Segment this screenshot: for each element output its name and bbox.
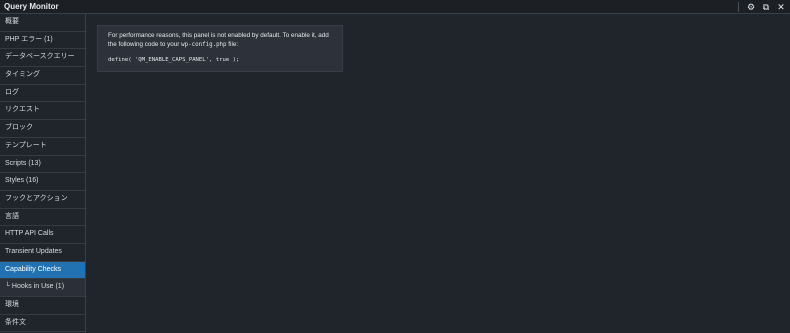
- sidebar-item-scripts[interactable]: Scripts (13): [0, 156, 85, 174]
- sidebar-item-conditionals[interactable]: 条件文: [0, 315, 85, 333]
- sidebar-item-php-errors[interactable]: PHP エラー (1): [0, 32, 85, 50]
- gear-icon[interactable]: ⚙: [746, 2, 756, 12]
- sidebar-item-hooks-actions[interactable]: フックとアクション: [0, 191, 85, 209]
- panel-content: For performance reasons, this panel is n…: [86, 14, 790, 333]
- notice-text: For performance reasons, this panel is n…: [108, 31, 332, 50]
- sidebar-item-styles[interactable]: Styles (16): [0, 173, 85, 191]
- close-icon[interactable]: ✕: [776, 2, 786, 12]
- title-bar: Query Monitor ⚙ ⧉ ✕: [0, 0, 790, 14]
- title-bar-separator: [738, 2, 739, 12]
- sidebar-item-transient-updates[interactable]: Transient Updates: [0, 244, 85, 262]
- sidebar-item-environment[interactable]: 環境: [0, 297, 85, 315]
- sidebar-item-hooks-in-use[interactable]: └ Hooks in Use (1): [0, 279, 85, 297]
- sidebar-item-logs[interactable]: ログ: [0, 85, 85, 103]
- sidebar-item-capability-checks[interactable]: Capability Checks: [0, 261, 91, 280]
- panel-sidebar: 概要 PHP エラー (1) データベースクエリー タイミング ログ リクエスト…: [0, 14, 91, 333]
- sidebar-item-blocks[interactable]: ブロック: [0, 120, 85, 138]
- sidebar-item-timing[interactable]: タイミング: [0, 67, 85, 85]
- title-bar-controls: ⚙ ⧉ ✕: [738, 0, 786, 14]
- window-title: Query Monitor: [4, 2, 59, 11]
- notice-text-after: file:: [226, 41, 239, 48]
- query-monitor-window: Query Monitor ⚙ ⧉ ✕ 概要 PHP エラー (1) データベー…: [0, 0, 790, 333]
- sidebar-item-overview[interactable]: 概要: [0, 14, 85, 32]
- notice-box: For performance reasons, this panel is n…: [97, 25, 343, 72]
- notice-filename: wp-config.php: [181, 42, 227, 48]
- sidebar-item-http-api-calls[interactable]: HTTP API Calls: [0, 226, 85, 244]
- sidebar-item-database-queries[interactable]: データベースクエリー: [0, 49, 85, 68]
- code-snippet: define( 'QM_ENABLE_CAPS_PANEL', true );: [108, 57, 240, 63]
- sidebar-item-template[interactable]: テンプレート: [0, 138, 85, 156]
- popout-icon[interactable]: ⧉: [761, 2, 771, 12]
- sidebar-item-languages[interactable]: 言語: [0, 209, 85, 227]
- sidebar-item-request[interactable]: リクエスト: [0, 102, 85, 121]
